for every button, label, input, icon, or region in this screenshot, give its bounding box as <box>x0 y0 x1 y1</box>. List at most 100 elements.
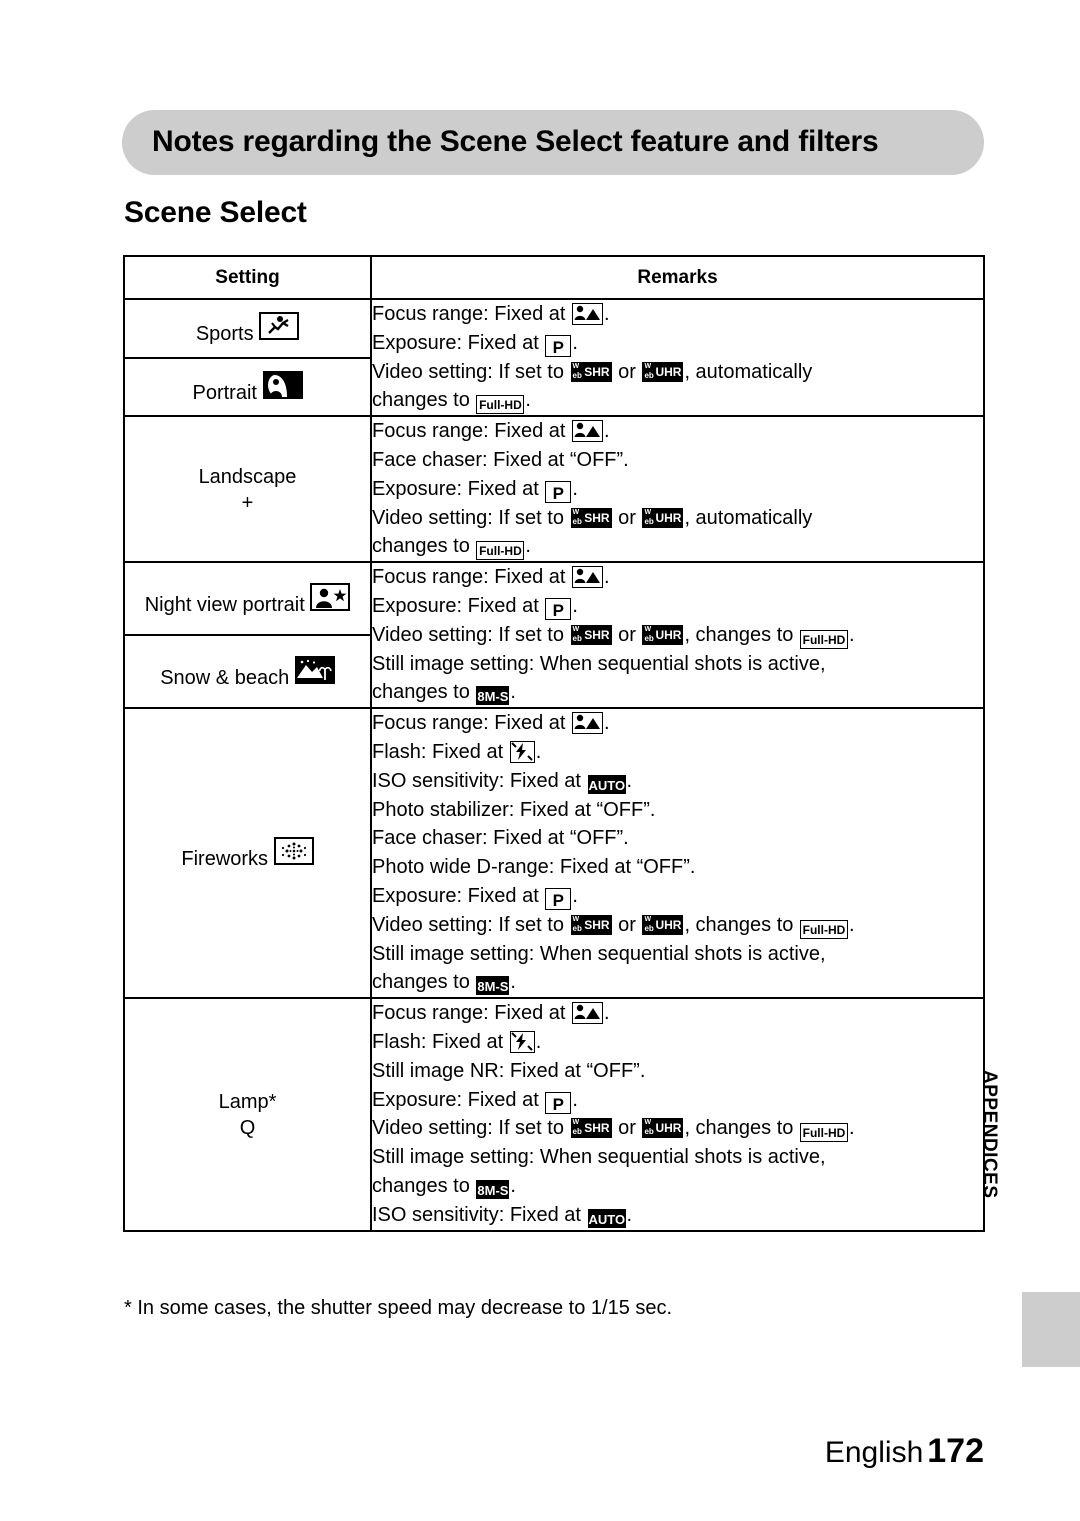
remark-text: . <box>572 331 578 354</box>
remark-text: ISO sensitivity: Fixed at <box>372 769 587 792</box>
remark-line: Video setting: If set to Web SHR or Web UH… <box>372 621 983 650</box>
remark-text: , automatically <box>684 360 813 383</box>
table-row: Sports Focus range: Fixed at . Exposure:… <box>123 297 985 418</box>
remark-text: . <box>510 971 516 994</box>
remark-text: Focus range: Fixed at <box>372 712 571 735</box>
auto-iso-icon: AUTO <box>587 1208 626 1228</box>
remark-text: , changes to <box>684 1117 799 1140</box>
remark-text: Exposure: Fixed at <box>372 594 545 617</box>
remark-text: . <box>525 535 531 558</box>
setting-cell-portrait: Portrait <box>123 356 372 418</box>
flash-off-icon <box>509 740 535 763</box>
exposure-p-icon: P <box>545 1091 572 1114</box>
remark-text: or <box>612 360 642 383</box>
remark-text: changes to <box>372 1174 476 1197</box>
remark-line: changes to Full-HD. <box>372 386 983 415</box>
footer-language: English <box>824 1436 924 1469</box>
remark-text: Focus range: Fixed at <box>372 1002 571 1025</box>
remark-text: Video setting: If set to <box>372 360 570 383</box>
remark-text: Video setting: If set to <box>372 506 570 529</box>
table-row: Lamp* Q Focus range: Fixed at . Flash: F… <box>123 997 985 1232</box>
remark-text: Flash: Fixed at <box>372 1030 509 1053</box>
remark-text: Flash: Fixed at <box>372 740 509 763</box>
remark-text: or <box>612 1117 642 1140</box>
remark-line: Photo stabilizer: Fixed at “OFF”. <box>372 798 656 821</box>
column-header-setting: Setting <box>123 255 372 300</box>
table-row: Night view portrait Focus range: Fixed a… <box>123 561 985 710</box>
full-hd-icon: Full-HD <box>476 541 525 561</box>
setting-cell-snow-beach: Snow & beach <box>123 634 372 710</box>
remark-text: ISO sensitivity: Fixed at <box>372 1203 587 1226</box>
remark-text: . <box>626 1203 633 1226</box>
web-shr-icon: Web SHR <box>570 507 612 528</box>
full-hd-icon: Full-HD <box>476 395 525 415</box>
remark-text: . <box>848 913 855 936</box>
remark-line: Exposure: Fixed at P. <box>372 592 983 621</box>
remark-line: Still image setting: When sequential sho… <box>372 1146 826 1169</box>
remark-text: . <box>603 303 610 325</box>
web-shr-icon: Web SHR <box>570 624 612 645</box>
setting-label: Portrait <box>192 381 257 404</box>
setting-label: Night view portrait <box>144 593 305 616</box>
web-shr-icon: Web SHR <box>570 914 612 935</box>
flash-off-icon <box>509 1030 535 1053</box>
remark-line: Video setting: If set to Web SHR or Web UH… <box>372 504 983 533</box>
remark-line: Focus range: Fixed at . <box>372 709 983 738</box>
remark-text: changes to <box>372 535 476 558</box>
setting-label: Fireworks <box>181 848 269 871</box>
remark-line: ISO sensitivity: Fixed at AUTO. <box>372 767 983 796</box>
page-heading: Notes regarding the Scene Select feature… <box>122 110 984 176</box>
remark-text: . <box>572 477 578 500</box>
remark-line: Still image NR: Fixed at “OFF”. <box>372 1059 646 1082</box>
remark-text: Video setting: If set to <box>372 913 570 936</box>
focus-range-icon <box>571 420 603 443</box>
remark-text: changes to <box>372 971 476 994</box>
exposure-p-icon: P <box>545 334 572 357</box>
eight-m-s-icon: 8M-S <box>476 976 510 996</box>
setting-label: Sports <box>195 323 254 346</box>
remark-text: Exposure: Fixed at <box>372 477 545 500</box>
setting-cell-night-view-portrait: Night view portrait <box>123 561 372 637</box>
web-uhr-icon: Web UHR <box>642 624 684 645</box>
remark-line: Flash: Fixed at . <box>372 738 983 767</box>
exposure-p-icon: P <box>545 597 572 620</box>
remark-line: Face chaser: Fixed at “OFF”. <box>372 827 629 850</box>
side-tab-marker <box>1022 1292 1080 1367</box>
remark-line: Focus range: Fixed at . <box>372 563 983 592</box>
web-shr-icon: Web SHR <box>570 361 612 382</box>
column-header-remarks: Remarks <box>370 255 985 300</box>
remark-text: or <box>612 506 642 529</box>
table-row: Fireworks Focus range: Fixed at . Flash:… <box>123 707 985 1000</box>
snow-beach-icon <box>294 655 335 684</box>
lamp-icon: Q <box>239 1116 256 1139</box>
web-uhr-icon: Web UHR <box>642 914 684 935</box>
portrait-person-icon <box>262 370 303 399</box>
remark-text: . <box>572 1088 578 1111</box>
remark-text: . <box>572 594 578 617</box>
remark-text: changes to <box>372 681 476 704</box>
exposure-p-icon: P <box>545 887 572 910</box>
remarks-cell-landscape: Focus range: Fixed at . Face chaser: Fix… <box>370 415 985 564</box>
table-header-row: Setting Remarks <box>123 255 985 300</box>
remark-text: . <box>572 884 578 907</box>
remark-line: changes to Full-HD. <box>372 532 983 561</box>
remarks-cell-lamp: Focus range: Fixed at . Flash: Fixed at … <box>370 997 985 1232</box>
remark-text: . <box>603 420 610 443</box>
setting-label: Lamp* <box>218 1090 277 1113</box>
remark-line: Exposure: Fixed at P. <box>372 882 983 911</box>
remark-text: Focus range: Fixed at <box>372 303 571 325</box>
remark-text: changes to <box>372 389 476 412</box>
remark-text: . <box>510 1174 516 1197</box>
remark-text: . <box>510 681 516 704</box>
setting-label: Landscape <box>198 465 297 488</box>
document-page: Notes regarding the Scene Select feature… <box>0 0 1080 1521</box>
focus-range-icon <box>571 1002 603 1025</box>
remark-line: changes to 8M-S. <box>372 678 983 707</box>
remark-text: . <box>848 623 855 646</box>
remark-line: Exposure: Fixed at P. <box>372 1086 983 1115</box>
remark-text: . <box>603 1002 610 1025</box>
remark-text: . <box>603 566 610 589</box>
auto-iso-icon: AUTO <box>587 774 626 794</box>
remark-line: ISO sensitivity: Fixed at AUTO. <box>372 1201 983 1230</box>
remark-line: Face chaser: Fixed at “OFF”. <box>372 448 629 471</box>
